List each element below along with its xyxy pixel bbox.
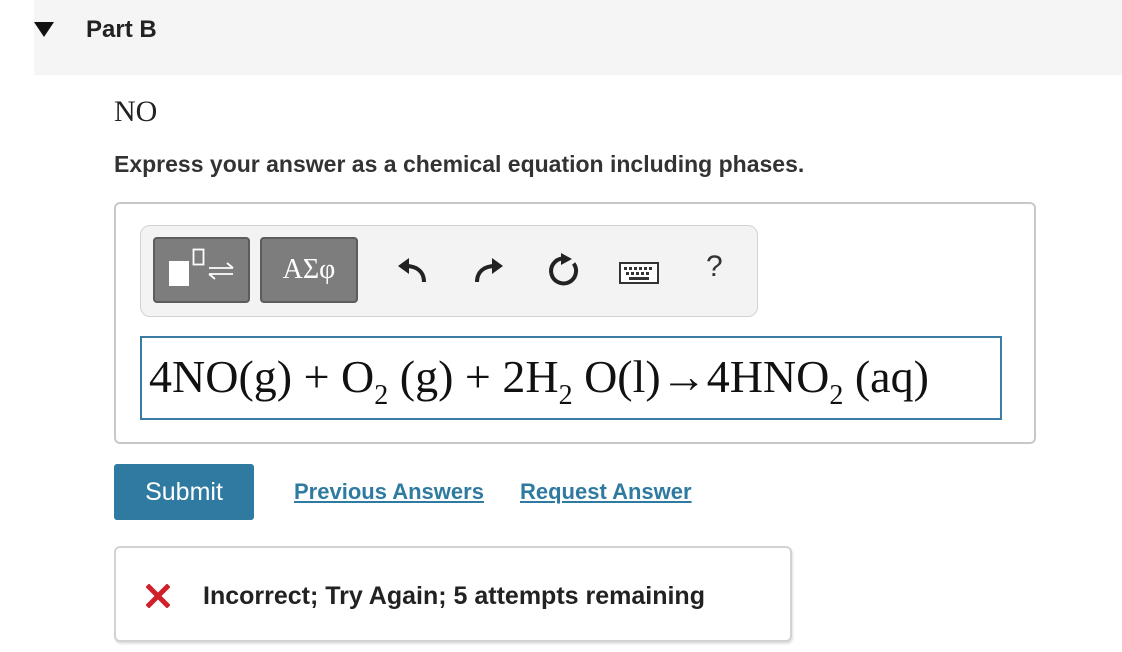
equation-subscript: 2 — [374, 380, 389, 411]
previous-answers-link[interactable]: Previous Answers — [294, 479, 484, 505]
equation-toolbar: ΑΣφ ? — [140, 225, 758, 317]
question-instructions: Express your answer as a chemical equati… — [114, 151, 805, 177]
equation-text: (aq) — [843, 351, 929, 402]
equation-text: O(l)→4HNO — [572, 351, 830, 402]
keyboard-icon[interactable] — [619, 262, 659, 284]
equation-input[interactable]: 4NO(g) + O2 (g) + 2H2 O(l)→4HNO2 (aq) — [140, 336, 1002, 420]
equation-subscript: 2 — [829, 380, 844, 411]
x-mark-icon — [146, 584, 170, 608]
feedback-text: Incorrect; Try Again; 5 attempts remaini… — [203, 582, 705, 610]
answer-box: ΑΣφ ? 4NO(g) + O2 (g) + 2H2 O(l)→4HNO2 (… — [114, 202, 1036, 444]
templates-button[interactable] — [153, 237, 250, 303]
question-species: NO — [114, 95, 158, 128]
reset-icon[interactable] — [545, 253, 581, 289]
redo-icon[interactable] — [471, 256, 505, 286]
part-title: Part B — [86, 16, 157, 43]
help-button[interactable]: ? — [706, 250, 723, 284]
triangle-down-icon[interactable] — [34, 22, 54, 38]
equation-text: 4NO(g) + O — [149, 351, 375, 402]
templates-icon — [169, 248, 234, 286]
request-answer-link[interactable]: Request Answer — [520, 479, 692, 505]
feedback-box: Incorrect; Try Again; 5 attempts remaini… — [114, 546, 792, 642]
symbols-button[interactable]: ΑΣφ — [260, 237, 358, 303]
submit-button[interactable]: Submit — [114, 464, 254, 520]
equation-subscript: 2 — [558, 380, 573, 411]
undo-icon[interactable] — [396, 256, 430, 286]
equation-text: (g) + 2H — [388, 351, 559, 402]
part-header[interactable] — [34, 0, 1122, 75]
